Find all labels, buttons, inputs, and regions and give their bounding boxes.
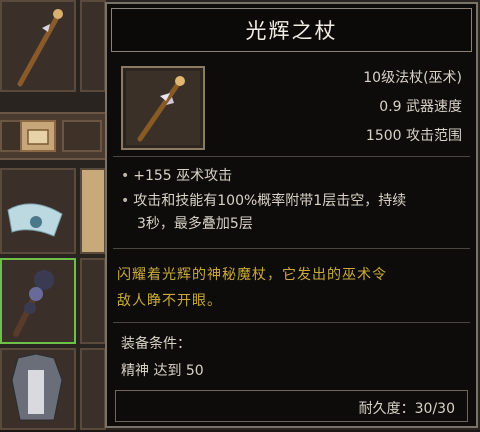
scroll-icon xyxy=(27,129,49,145)
requirement-label: 装备条件： xyxy=(121,336,191,352)
tooltip-title-bar: 光辉之杖 xyxy=(111,8,472,52)
stat-bullet-effect: • 攻击和技能有100%概率附带1层击空，持续 xyxy=(121,193,407,209)
inventory-tab-3[interactable] xyxy=(62,120,102,152)
divider xyxy=(113,156,470,157)
inventory-slot-staff[interactable] xyxy=(0,0,76,92)
inventory-slot-partial[interactable] xyxy=(80,0,106,92)
durability-box: 耐久度：30/30 xyxy=(115,390,468,422)
inventory-slot-spiked-club[interactable] xyxy=(0,258,76,344)
item-icon-frame xyxy=(121,66,205,150)
divider xyxy=(113,248,470,249)
inventory-tab-2[interactable] xyxy=(20,120,56,152)
item-tooltip: 光辉之杖 10级法杖(巫术) 0.9 武器速度 1500 攻击范围 • +155 … xyxy=(105,2,478,428)
stat-bullet-effect-cont: 3秒，最多叠加5层 xyxy=(137,216,253,232)
inventory-slot-partial-2[interactable] xyxy=(80,168,106,254)
spiked-club-icon xyxy=(13,270,54,337)
item-name: 光辉之杖 xyxy=(245,19,338,43)
divider xyxy=(113,322,470,323)
inventory-tabs xyxy=(0,112,120,160)
inventory-slot-cloth[interactable] xyxy=(0,168,76,254)
durability-text: 耐久度：30/30 xyxy=(358,401,455,417)
stat-bullet-attack: • +155 巫术攻击 xyxy=(121,168,233,184)
inventory-slot-partial-3[interactable] xyxy=(80,258,106,344)
weapon-speed: 0.9 武器速度 xyxy=(379,99,462,115)
item-type: 10级法杖(巫术) xyxy=(363,70,462,86)
staff-icon xyxy=(17,9,63,87)
armor-icon xyxy=(11,353,63,421)
staff-icon xyxy=(137,76,185,142)
inventory-slot-partial-4[interactable] xyxy=(80,348,106,430)
requirement-value: 精神 达到 50 xyxy=(121,363,204,379)
attack-range: 1500 攻击范围 xyxy=(365,128,462,144)
inventory-slot-armor[interactable] xyxy=(0,348,76,430)
flavor-text: 闪耀着光辉的神秘魔杖，它发出的巫术令 敌人睁不开眼。 xyxy=(117,267,387,309)
cloth-icon xyxy=(7,203,63,237)
